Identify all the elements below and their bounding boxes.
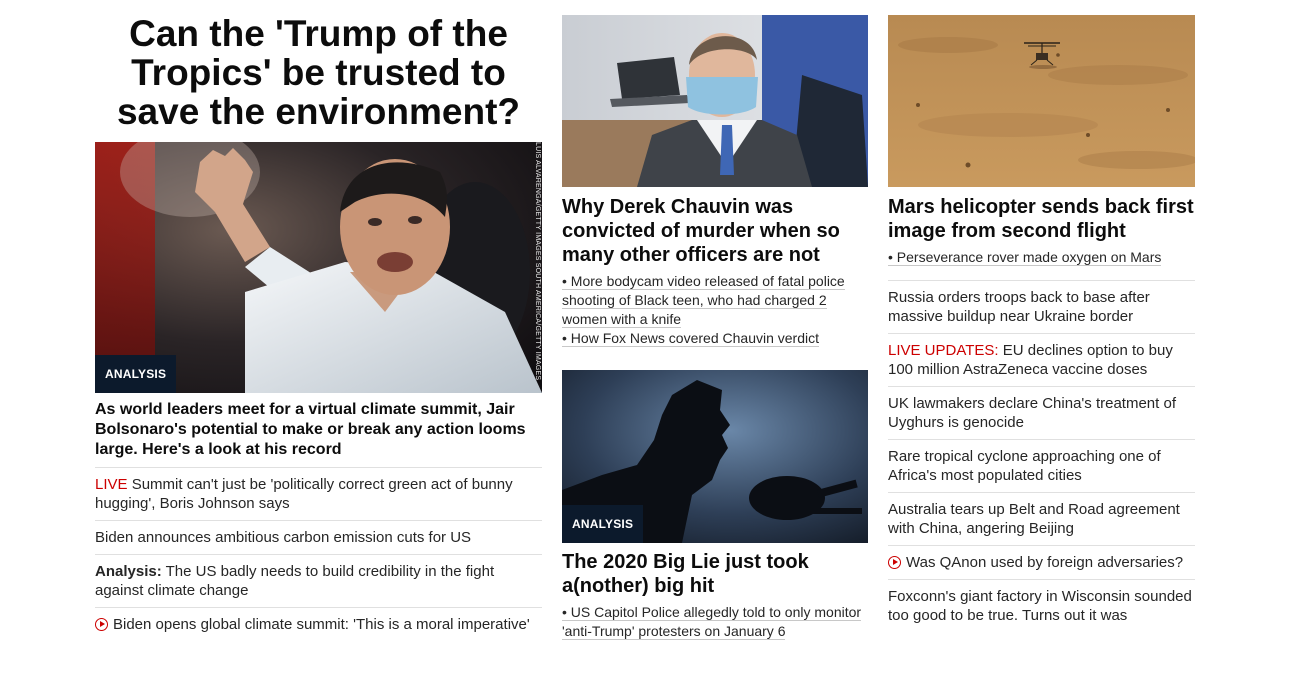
list-item[interactable]: LIVE Summit can't just be 'politically c… <box>95 467 542 520</box>
mars-related: • Perseverance rover made oxygen on Mars <box>888 248 1195 267</box>
bullet-link[interactable]: • Perseverance rover made oxygen on Mars <box>888 248 1195 267</box>
list-item[interactable]: LIVE UPDATES: EU declines option to buy … <box>888 333 1195 386</box>
bullet-link[interactable]: • More bodycam video released of fatal p… <box>562 272 868 329</box>
mars-helicopter-image[interactable] <box>888 15 1195 187</box>
hero-headline[interactable]: Can the 'Trump of the Tropics' be truste… <box>95 14 542 131</box>
trump-silhouette-image[interactable]: ANALYSIS <box>562 370 868 543</box>
bullet-link[interactable]: • How Fox News covered Chauvin verdict <box>562 329 868 348</box>
photo-credit: LUIS ALVARENGA/GETTY IMAGES SOUTH AMERIC… <box>534 142 541 381</box>
list-item[interactable]: Biden announces ambitious carbon emissio… <box>95 520 542 554</box>
play-icon <box>95 618 108 631</box>
list-item[interactable]: Foxconn's giant factory in Wisconsin sou… <box>888 579 1195 632</box>
list-item[interactable]: Rare tropical cyclone approaching one of… <box>888 439 1195 492</box>
live-updates-label: LIVE UPDATES: <box>888 342 999 359</box>
list-item[interactable]: Australia tears up Belt and Road agreeme… <box>888 492 1195 545</box>
list-item[interactable]: Russia orders troops back to base after … <box>888 280 1195 333</box>
bullet-link[interactable]: • US Capitol Police allegedly told to on… <box>562 603 868 641</box>
big-lie-headline[interactable]: The 2020 Big Lie just took a(nother) big… <box>562 550 868 598</box>
live-label: LIVE <box>95 476 128 493</box>
chauvin-headline[interactable]: Why Derek Chauvin was convicted of murde… <box>562 195 868 267</box>
analysis-label: Analysis: <box>95 563 162 580</box>
mars-headline[interactable]: Mars helicopter sends back first image f… <box>888 195 1195 243</box>
headline-list: Russia orders troops back to base after … <box>888 280 1195 632</box>
list-item[interactable]: UK lawmakers declare China's treatment o… <box>888 386 1195 439</box>
hero-summary[interactable]: As world leaders meet for a virtual clim… <box>95 400 542 460</box>
list-item[interactable]: Analysis: The US badly needs to build cr… <box>95 554 542 607</box>
related-list: LIVE Summit can't just be 'politically c… <box>95 467 542 641</box>
analysis-badge: ANALYSIS <box>562 505 644 543</box>
play-icon <box>888 556 901 569</box>
chauvin-image[interactable] <box>562 15 868 187</box>
analysis-badge: ANALYSIS <box>95 355 177 393</box>
big-lie-related: • US Capitol Police allegedly told to on… <box>562 603 868 641</box>
chauvin-related: • More bodycam video released of fatal p… <box>562 272 868 348</box>
list-item[interactable]: Biden opens global climate summit: 'This… <box>95 607 542 641</box>
list-item[interactable]: Was QAnon used by foreign adversaries? <box>888 545 1195 579</box>
hero-image-bolsonaro[interactable]: ANALYSIS LUIS ALVARENGA/GETTY IMAGES SOU… <box>95 142 542 393</box>
